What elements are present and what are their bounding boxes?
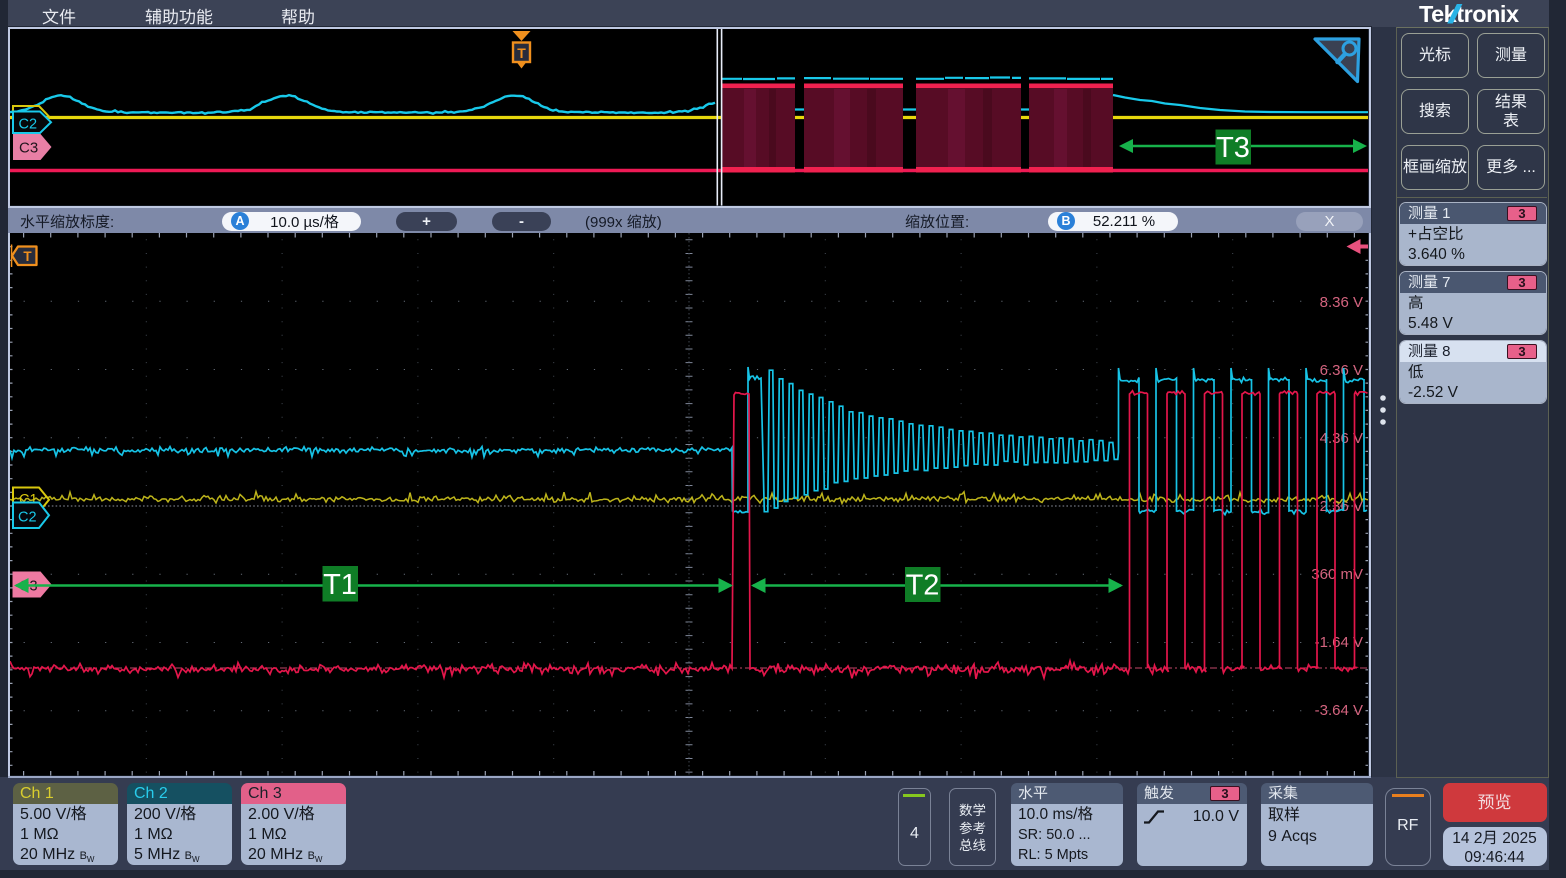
svg-text:-1.64 V: -1.64 V xyxy=(1315,634,1363,651)
svg-text:T2: T2 xyxy=(906,570,940,602)
svg-text:8.36 V: 8.36 V xyxy=(1320,294,1363,311)
svg-text:C2: C2 xyxy=(19,117,38,133)
svg-text:-3.64 V: -3.64 V xyxy=(1315,702,1363,719)
svg-text:C3: C3 xyxy=(19,140,38,157)
svg-text:6.36 V: 6.36 V xyxy=(1320,362,1363,379)
svg-text:T1: T1 xyxy=(323,569,357,601)
svg-text:C2: C2 xyxy=(18,510,37,526)
svg-text:T: T xyxy=(23,249,32,264)
svg-text:T: T xyxy=(517,45,526,61)
svg-text:T3: T3 xyxy=(1216,132,1250,164)
